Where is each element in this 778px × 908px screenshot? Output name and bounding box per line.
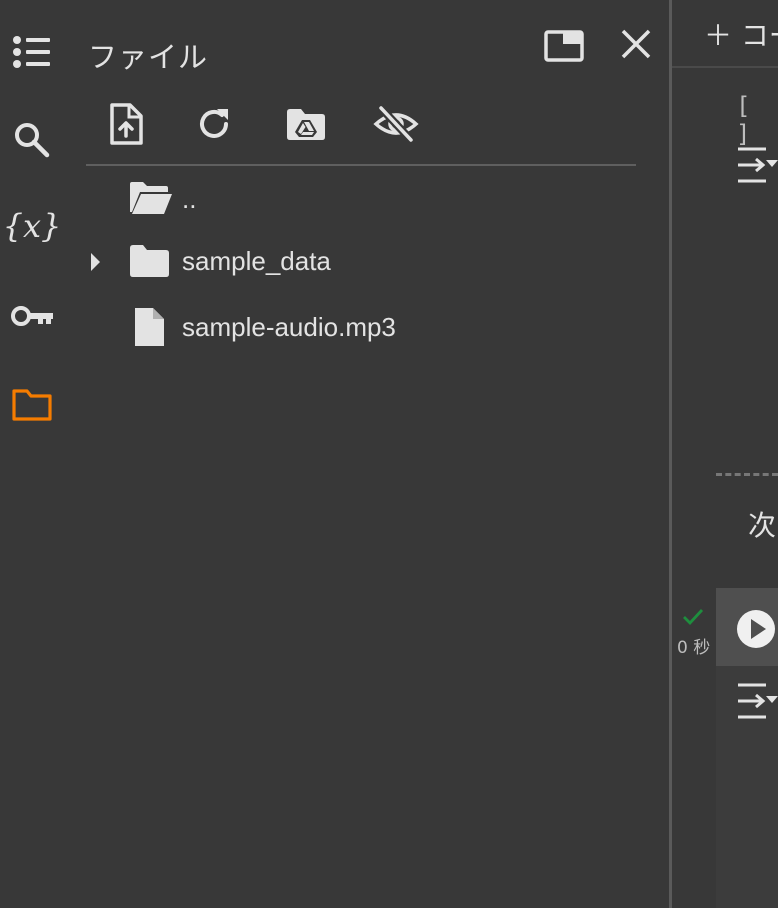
- tree-item-sample-audio[interactable]: sample-audio.mp3: [86, 298, 636, 354]
- secrets-button[interactable]: [8, 292, 56, 340]
- tree-item-sample-data[interactable]: sample_data: [86, 234, 636, 290]
- run-cell-button[interactable]: [736, 609, 776, 649]
- text-cell-fragment: 次: [748, 509, 777, 542]
- output-toggle-icon[interactable]: [736, 682, 778, 720]
- output-toggle-icon[interactable]: [736, 146, 778, 184]
- toolbar-divider: [672, 66, 778, 68]
- search-button[interactable]: [8, 116, 56, 164]
- folder-icon: [11, 386, 53, 422]
- window-icon: [543, 29, 585, 63]
- execution-time: 0 秒: [677, 638, 711, 658]
- tree-item-label: sample_data: [182, 246, 331, 276]
- check-icon: [682, 608, 704, 626]
- cell-divider: [716, 473, 778, 476]
- cell-run-bracket[interactable]: [ ]: [736, 92, 778, 148]
- toggle-hidden-files-button[interactable]: [372, 100, 420, 148]
- refresh-icon: [195, 105, 233, 143]
- search-icon: [12, 120, 52, 160]
- upload-button[interactable]: [102, 100, 150, 148]
- folder-icon: [128, 244, 170, 278]
- mount-drive-button[interactable]: [282, 100, 330, 148]
- tree-item-parent[interactable]: ..: [86, 172, 636, 228]
- panel-title: ファイル: [88, 40, 209, 74]
- list-icon: [12, 35, 52, 69]
- folder-open-icon: [128, 180, 174, 216]
- panel-resize-handle[interactable]: [669, 0, 672, 908]
- table-of-contents-button[interactable]: [8, 28, 56, 76]
- toolbar-divider: [86, 164, 636, 166]
- mount-drive-icon: [285, 106, 327, 142]
- close-panel-button[interactable]: [612, 20, 660, 68]
- key-icon: [10, 303, 54, 329]
- add-code-button[interactable]: ＋ コー: [704, 14, 778, 54]
- tree-item-label: sample-audio.mp3: [182, 312, 396, 342]
- chevron-right-icon[interactable]: [88, 251, 102, 273]
- tree-item-label: ..: [182, 184, 197, 214]
- refresh-button[interactable]: [190, 100, 238, 148]
- file-icon: [132, 306, 166, 348]
- close-icon: [620, 28, 652, 60]
- hide-files-icon: [373, 104, 419, 144]
- files-button[interactable]: [8, 380, 56, 428]
- variables-icon: {x}: [2, 207, 62, 245]
- open-in-tab-button[interactable]: [540, 24, 588, 68]
- variables-button[interactable]: {x}: [3, 202, 62, 250]
- upload-file-icon: [108, 102, 144, 146]
